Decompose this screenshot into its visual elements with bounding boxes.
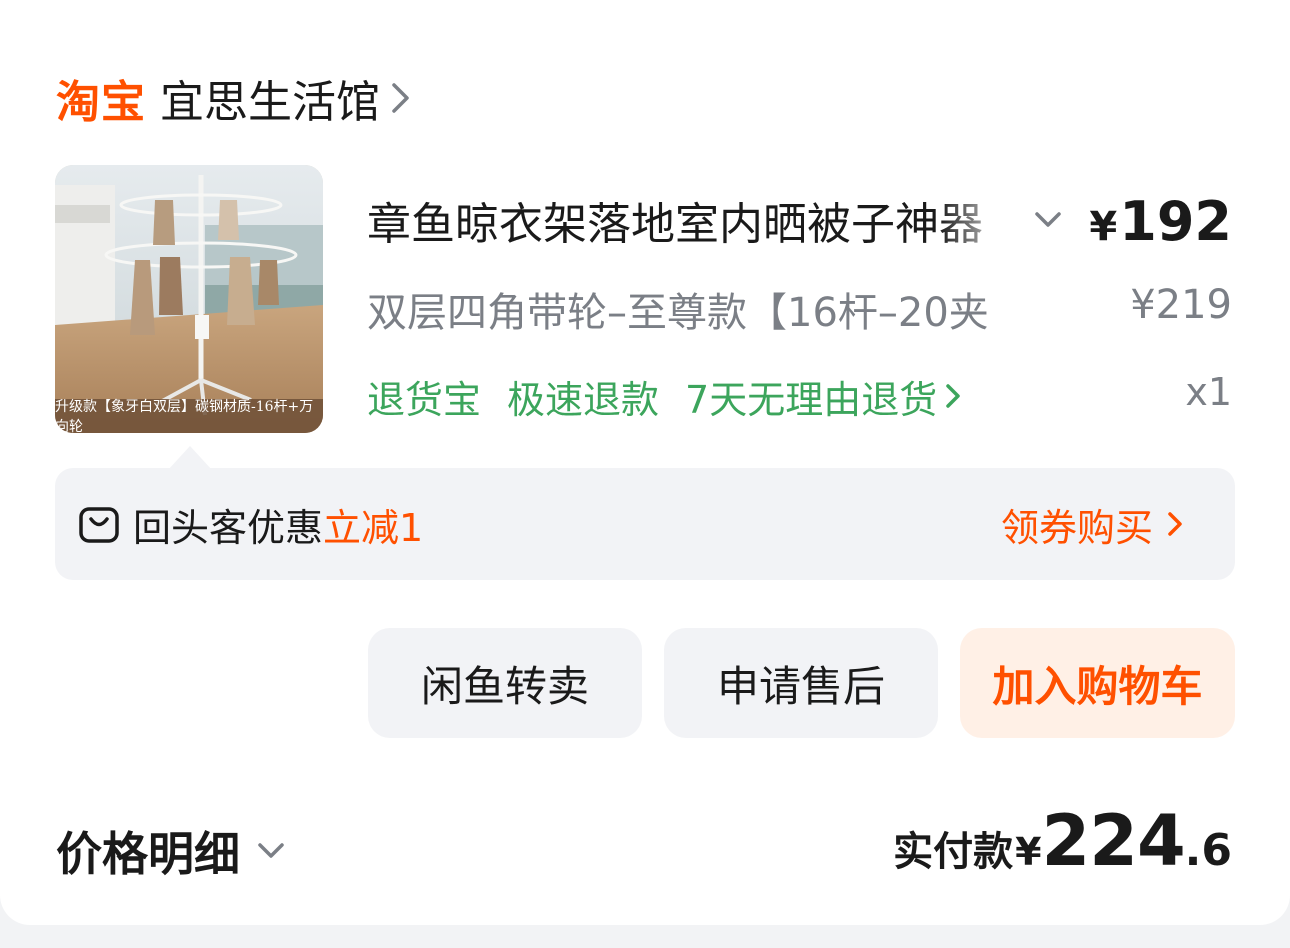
chevron-right-icon (1167, 508, 1187, 540)
promo-label: 回头客优惠 (133, 505, 324, 550)
taobao-logo: 淘宝 (56, 77, 146, 128)
price-detail-label: 价格明细 (56, 827, 240, 881)
promo-discount: 立减1 (323, 505, 424, 550)
paid-currency: ¥ (1015, 830, 1042, 874)
chevron-right-icon (390, 78, 420, 118)
price-detail-toggle[interactable]: 价格明细 (56, 818, 290, 884)
service-tag-7day-return[interactable]: 7天无理由退货 (685, 369, 967, 424)
claim-coupon-label: 领券购买 (1000, 505, 1153, 550)
chevron-down-icon (256, 836, 290, 866)
price-value: 192 (1119, 190, 1232, 253)
product-price: ¥ 192 (1089, 190, 1232, 254)
product-image[interactable]: 升级款【象牙白双层】碳钢材质-16杆+万向轮 (55, 165, 323, 433)
promo-pointer (168, 446, 212, 470)
promo-banner[interactable]: 回头客优惠 立减1 领券购买 (55, 468, 1235, 580)
service-tag-7day-label: 7天无理由退货 (685, 377, 938, 422)
shop-name[interactable]: 宜思生活馆 (160, 66, 380, 130)
claim-coupon-button[interactable]: 领券购买 (1001, 468, 1187, 580)
product-title[interactable]: 章鱼晾衣架落地室内晒被子神器 (367, 188, 1017, 252)
product-sku[interactable]: 双层四角带轮–至尊款【16杆–20夹 (367, 280, 1067, 336)
price-currency: ¥ (1089, 204, 1118, 250)
original-price: ¥219 (1130, 282, 1232, 328)
paid-integer: 224 (1041, 800, 1186, 882)
paid-decimal: .6 (1184, 825, 1232, 876)
service-tags[interactable]: 退货宝 极速退款 7天无理由退货 (367, 368, 967, 424)
shopping-bag-icon (77, 502, 121, 546)
image-caption: 升级款【象牙白双层】碳钢材质-16杆+万向轮 (55, 399, 323, 433)
after-sales-button[interactable]: 申请售后 (664, 628, 938, 738)
add-to-cart-button[interactable]: 加入购物车 (960, 628, 1235, 738)
chevron-down-icon[interactable] (1033, 205, 1067, 235)
paid-label: 实付款 (893, 829, 1014, 875)
product-title-row[interactable]: 章鱼晾衣架落地室内晒被子神器 (367, 190, 1067, 250)
service-tag-return-insurance: 退货宝 (367, 377, 482, 422)
quantity: x1 (1185, 370, 1232, 414)
amount-paid: 实付款 ¥ 224 .6 (893, 800, 1232, 890)
chevron-right-icon (945, 380, 967, 412)
shop-header[interactable]: 淘宝 宜思生活馆 (56, 68, 420, 128)
service-tag-fast-refund: 极速退款 (507, 377, 660, 422)
promo-info: 回头客优惠 立减1 (77, 468, 423, 580)
resell-xianyu-button[interactable]: 闲鱼转卖 (368, 628, 642, 738)
